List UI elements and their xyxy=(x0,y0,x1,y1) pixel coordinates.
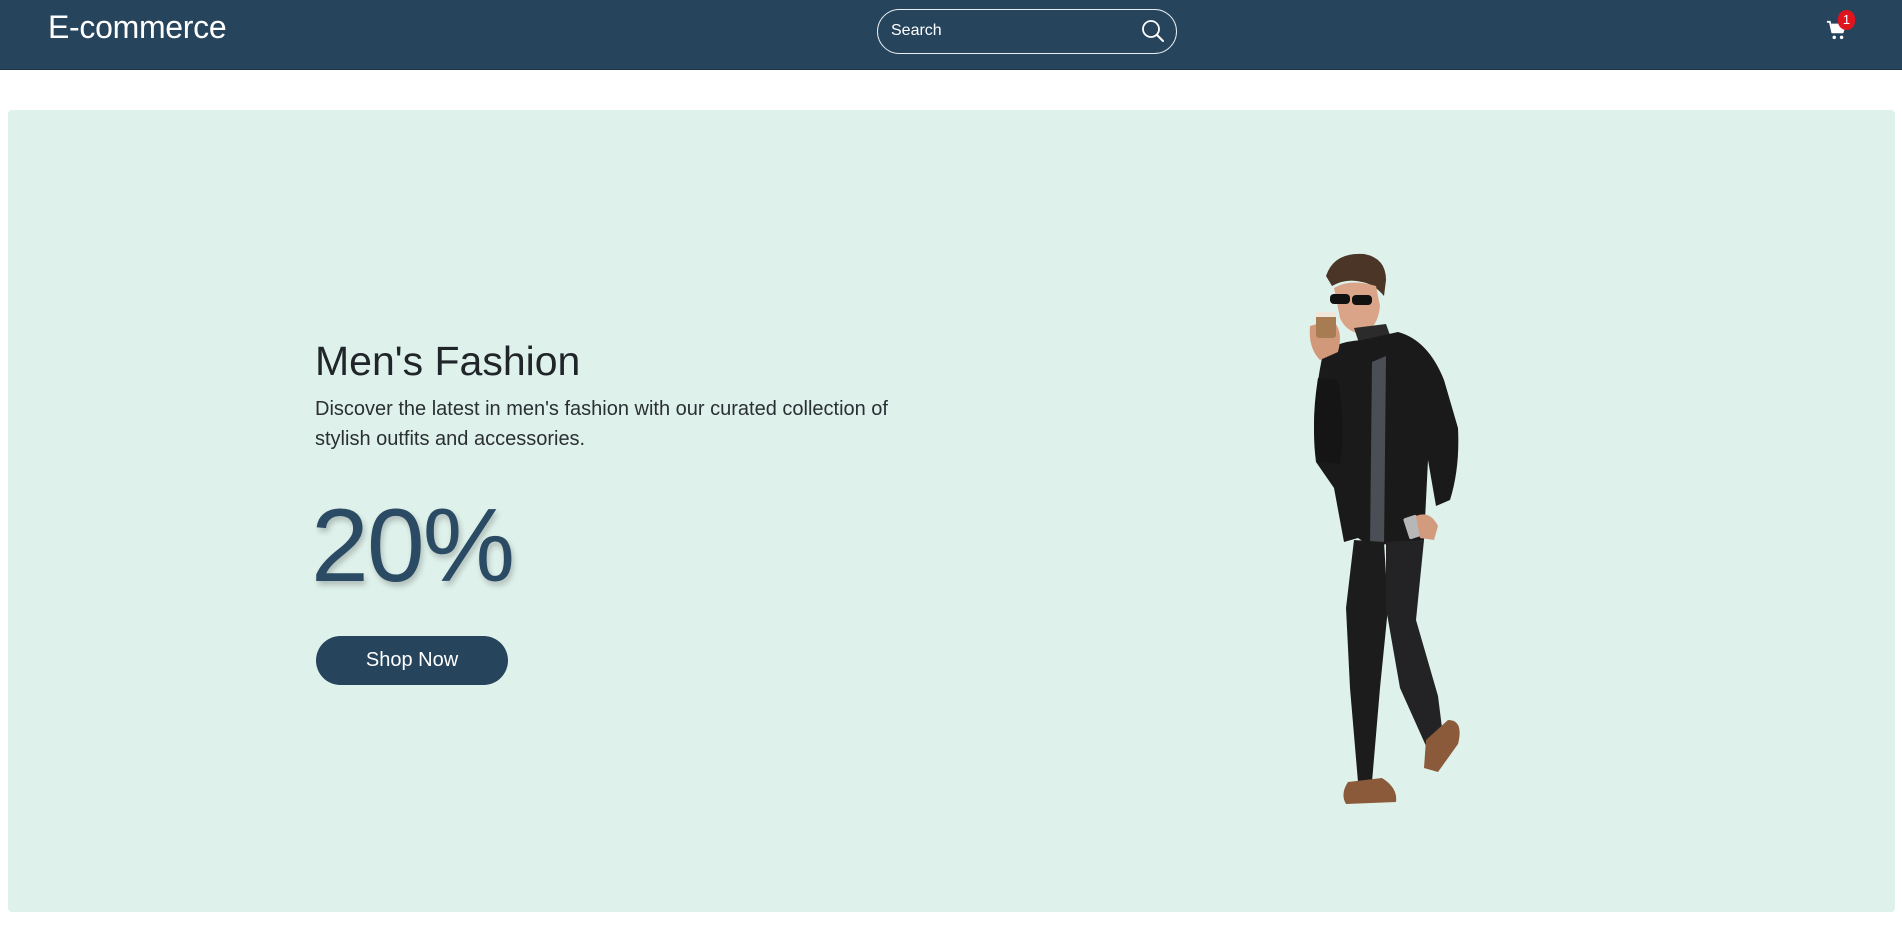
discount-value: 20% xyxy=(311,488,515,604)
cart-button[interactable]: 1 xyxy=(1824,10,1855,47)
search-button[interactable] xyxy=(1140,18,1166,44)
search-icon xyxy=(1142,20,1164,42)
hero-title: Men's Fashion xyxy=(315,338,581,384)
search-box xyxy=(877,9,1177,54)
top-navbar: E-commerce 1 xyxy=(0,0,1902,70)
search-input[interactable] xyxy=(891,10,1131,52)
shop-now-button[interactable]: Shop Now xyxy=(316,636,508,685)
brand-logo[interactable]: E-commerce xyxy=(48,9,227,46)
model-image xyxy=(1309,253,1460,804)
hero-description: Discover the latest in men's fashion wit… xyxy=(315,398,888,450)
hero-banner: Men's Fashion Discover the latest in men… xyxy=(8,110,1895,912)
cart-count-badge: 1 xyxy=(1838,10,1855,30)
